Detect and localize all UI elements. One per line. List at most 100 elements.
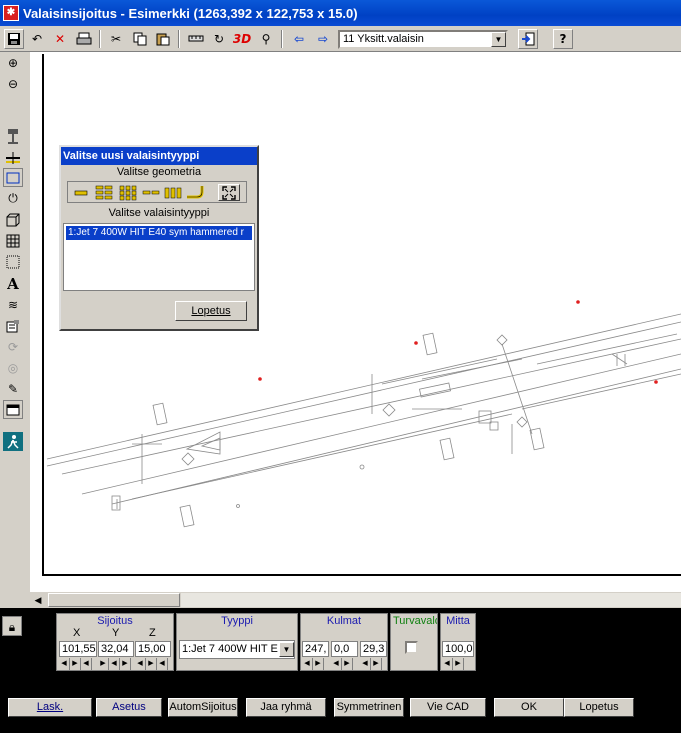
text-tool-icon[interactable]: A — [3, 274, 23, 293]
curve-icon: ⟳ — [7, 339, 19, 354]
properties-icon[interactable] — [3, 316, 23, 335]
mitta-spinner[interactable]: ◀ ▶ — [442, 658, 464, 670]
angle-b-spinner[interactable]: ◀ ▶ — [331, 658, 353, 670]
fullscreen-icon[interactable] — [218, 184, 240, 201]
geometry-label: Valitse geometria — [116, 166, 202, 178]
box-icon[interactable] — [3, 210, 23, 229]
symmetrinen-button[interactable]: Symmetrinen — [334, 698, 404, 717]
copy-icon[interactable] — [130, 29, 150, 49]
dialog-close-label: Lopetus — [191, 305, 231, 317]
dialog-close-button[interactable]: Lopetus — [175, 301, 247, 321]
save-icon[interactable] — [4, 29, 24, 49]
tyyppi-group: Tyyppi 1:Jet 7 400W HIT E ▼ — [176, 613, 298, 671]
geometry-curve-icon[interactable] — [185, 184, 207, 201]
turvavalo-checkbox[interactable] — [405, 641, 418, 654]
kulmat-title: Kulmat — [326, 615, 362, 627]
chevron-down-icon[interactable]: ▼ — [491, 32, 506, 47]
sijoitus-group: Sijoitus X Y Z 101,55 32,04 15,00 ◀ ▶ ◀ ▶ ◀… — [56, 613, 174, 671]
window-icon[interactable] — [3, 400, 23, 419]
rectangle-tool-icon[interactable] — [3, 168, 23, 187]
type-label: Valitse valaisintyyppi — [108, 207, 210, 219]
search-icon[interactable]: ⚲ — [256, 29, 276, 49]
x-label: X — [73, 627, 81, 639]
x-spinner[interactable]: ◀ ▶ ◀ — [59, 658, 92, 670]
scroll-track[interactable] — [181, 593, 681, 607]
tyyppi-value: 1:Jet 7 400W HIT E — [182, 643, 278, 655]
app-icon: ✱ — [3, 5, 19, 21]
cut-icon[interactable]: ✂ — [106, 29, 126, 49]
geometry-single-icon[interactable] — [72, 184, 90, 201]
measure-icon[interactable] — [186, 29, 206, 49]
x-field[interactable]: 101,55 — [59, 641, 97, 657]
grid-icon[interactable] — [3, 231, 23, 250]
shape-icon: ◎ — [7, 360, 19, 375]
lopetus-button[interactable]: Lopetus — [564, 698, 634, 717]
lask-button[interactable]: Lask. — [8, 698, 92, 717]
horizontal-scrollbar[interactable]: ◀ — [26, 592, 681, 608]
arrow-left-icon[interactable]: ⇦ — [289, 29, 309, 49]
geometry-double-row-icon[interactable] — [94, 184, 114, 201]
tyyppi-title: Tyyppi — [221, 615, 253, 627]
power-icon[interactable]: ⏻ — [3, 189, 23, 208]
dot-grid-icon[interactable] — [3, 252, 23, 271]
y-field[interactable]: 32,04 — [98, 641, 134, 657]
luminaire-type-list[interactable]: 1:Jet 7 400W HIT E40 sym hammered r — [63, 223, 255, 291]
delete-icon[interactable]: ✕ — [50, 29, 70, 49]
z-field[interactable]: 15,00 — [135, 641, 171, 657]
left-toolbar: ⊕ ⊖ ⏻ A ≋ ⟳ ◎ ✎ — [0, 52, 26, 608]
print-icon[interactable] — [74, 29, 94, 49]
angle-c-field[interactable]: 29,3 — [360, 641, 387, 657]
pencil-icon[interactable]: ✎ — [3, 379, 23, 398]
angle-b-field[interactable]: 0,0 — [331, 641, 358, 657]
geometry-row-icon[interactable] — [141, 184, 161, 201]
scroll-thumb[interactable] — [48, 593, 180, 607]
angle-c-spinner[interactable]: ◀ ▶ — [360, 658, 382, 670]
paste-icon[interactable] — [153, 29, 173, 49]
asetus-button[interactable]: Asetus — [96, 698, 162, 717]
luminaire-icon[interactable] — [3, 126, 23, 145]
mitta-field[interactable]: 100,0 — [442, 641, 474, 657]
line-tool-icon[interactable] — [3, 148, 23, 167]
geometry-toolbar — [67, 181, 247, 203]
help-icon[interactable]: ? — [553, 29, 573, 49]
geometry-grid-icon[interactable] — [118, 184, 138, 201]
chevron-down-icon[interactable]: ▼ — [279, 642, 294, 657]
kulmat-group: Kulmat 247, 0,0 29,3 ◀ ▶ ◀ ▶ ◀ ▶ — [300, 613, 388, 671]
y-spinner[interactable]: ▶ ◀ ▶ — [98, 658, 131, 670]
arrow-right-icon[interactable]: ⇨ — [313, 29, 333, 49]
rotate-icon[interactable]: ↻ — [209, 29, 229, 49]
y-label: Y — [112, 627, 120, 639]
layers-icon[interactable]: ≋ — [3, 295, 23, 314]
turvavalo-title: Turvavalo — [393, 615, 438, 627]
angle-a-spinner[interactable]: ◀ ▶ — [302, 658, 324, 670]
sijoitus-title: Sijoitus — [97, 615, 133, 627]
mitta-group: Mitta 100,0 ◀ ▶ — [440, 613, 476, 671]
tyyppi-select[interactable]: 1:Jet 7 400W HIT E ▼ — [179, 640, 295, 659]
scroll-left-icon[interactable]: ◀ — [30, 592, 46, 608]
z-label: Z — [149, 627, 156, 639]
zoom-in-icon[interactable]: ⊕ — [3, 53, 23, 72]
window-title: Valaisinsijoitus - Esimerkki (1263,392 x… — [23, 5, 358, 21]
z-spinner[interactable]: ◀ ▶ ◀ — [135, 658, 168, 670]
list-item[interactable]: 1:Jet 7 400W HIT E40 sym hammered r — [66, 226, 252, 240]
jaa-ryhma-button[interactable]: Jaa ryhmä — [246, 698, 326, 717]
autom-sijoitus-button[interactable]: AutomSijoitus — [168, 698, 238, 717]
exit-icon[interactable] — [518, 29, 538, 49]
layer-select-value: 11 Yksitt.valaisin — [343, 33, 424, 45]
angle-a-field[interactable]: 247, — [302, 641, 329, 657]
lask-label: Lask. — [36, 701, 64, 713]
3d-icon[interactable]: 3D — [232, 29, 252, 49]
geometry-column-icon[interactable] — [163, 184, 183, 201]
layer-select[interactable]: 11 Yksitt.valaisin ▼ — [338, 30, 508, 49]
lock-icon[interactable]: 🔒︎ — [2, 616, 22, 636]
zoom-out-icon[interactable]: ⊖ — [3, 74, 23, 93]
luminaire-type-dialog: Valitse uusi valaisintyyppi Valitse geom… — [59, 145, 259, 331]
turvavalo-group: Turvavalo — [390, 613, 438, 671]
exit-running-icon[interactable] — [3, 432, 23, 451]
mitta-title: Mitta — [446, 615, 470, 627]
dialog-title: Valitse uusi valaisintyyppi — [61, 147, 257, 165]
vie-cad-button[interactable]: Vie CAD — [410, 698, 486, 717]
title-bar: ✱ Valaisinsijoitus - Esimerkki (1263,392… — [0, 0, 681, 26]
undo-icon[interactable]: ↶ — [27, 29, 47, 49]
ok-button[interactable]: OK — [494, 698, 564, 717]
